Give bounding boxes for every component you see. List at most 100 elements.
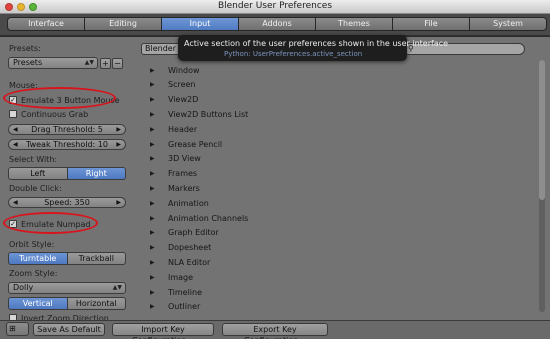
tab-editing[interactable]: Editing xyxy=(85,17,162,31)
keymap-category-item[interactable]: ▶ NLA Editor xyxy=(150,256,350,268)
select-with-right-button[interactable]: Right xyxy=(67,167,126,180)
keymap-category-label: Graph Editor xyxy=(168,228,219,238)
double-click-label: Double Click: xyxy=(9,184,62,193)
disclosure-triangle-icon[interactable]: ▶ xyxy=(150,141,159,148)
dropdown-arrows-icon: ▲▼ xyxy=(84,59,94,66)
double-click-speed-field[interactable]: ◀ Speed: 350 ▶ xyxy=(8,197,126,208)
scrollbar-thumb[interactable] xyxy=(539,60,545,200)
title-bar: Blender User Preferences xyxy=(0,0,550,14)
orbit-turntable-button[interactable]: Turntable xyxy=(8,252,68,265)
zoom-axis-toggle: Vertical Horizontal xyxy=(8,297,126,310)
add-preset-button[interactable]: + xyxy=(100,58,111,69)
keymap-category-label: 3D View xyxy=(168,154,201,164)
keymap-category-item[interactable]: ▶ Window xyxy=(150,64,350,76)
decrement-arrow-icon[interactable]: ◀ xyxy=(13,140,18,149)
disclosure-triangle-icon[interactable]: ▶ xyxy=(150,200,159,207)
keymap-category-label: Header xyxy=(168,124,198,134)
keymap-category-item[interactable]: ▶ Animation xyxy=(150,197,350,209)
keymap-category-label: Animation xyxy=(168,198,209,208)
keymap-category-label: Timeline xyxy=(168,287,203,297)
keymap-category-item[interactable]: ▶ Header xyxy=(150,123,350,135)
export-key-configuration-button[interactable]: Export Key Configuration... xyxy=(222,323,328,339)
disclosure-triangle-icon[interactable]: ▶ xyxy=(150,229,159,236)
disclosure-triangle-icon[interactable]: ▶ xyxy=(150,289,159,296)
keymap-category-item[interactable]: ▶ View2D Buttons List xyxy=(150,108,350,120)
keymap-category-item[interactable]: ▶ Markers xyxy=(150,182,350,194)
increment-arrow-icon[interactable]: ▶ xyxy=(116,140,121,149)
keymap-category-label: Animation Channels xyxy=(168,213,249,223)
keymap-category-item[interactable]: ▶ Image xyxy=(150,271,350,283)
keymap-category-label: Dopesheet xyxy=(168,243,212,253)
keymap-category-item[interactable]: ▶ 3D View xyxy=(150,153,350,165)
disclosure-triangle-icon[interactable]: ▶ xyxy=(150,215,159,222)
tab-addons[interactable]: Addons xyxy=(239,17,316,31)
disclosure-triangle-icon[interactable]: ▶ xyxy=(150,244,159,251)
disclosure-triangle-icon[interactable]: ▶ xyxy=(150,274,159,281)
keymap-category-label: Grease Pencil xyxy=(168,139,223,149)
orbit-style-toggle: Turntable Trackball xyxy=(8,252,126,265)
import-key-configuration-button[interactable]: Import Key Configuration... xyxy=(112,323,214,339)
tab-interface[interactable]: Interface xyxy=(7,17,85,31)
disclosure-triangle-icon[interactable]: ▶ xyxy=(150,126,159,133)
keymap-category-item[interactable]: ▶ Grease Pencil xyxy=(150,138,350,150)
tooltip: Active section of the user preferences s… xyxy=(178,35,448,61)
keymap-category-item[interactable]: ▶ View2D xyxy=(150,94,350,106)
keymap-category-label: View2D Buttons List xyxy=(168,109,249,119)
disclosure-triangle-icon[interactable]: ▶ xyxy=(150,303,159,310)
presets-label: Presets: xyxy=(9,44,41,53)
section-tabs-bar: Interface Editing Input Addons Themes Fi… xyxy=(0,14,550,36)
tweak-threshold-field[interactable]: ◀ Tweak Threshold: 10 ▶ xyxy=(8,139,126,150)
window-title: Blender User Preferences xyxy=(217,1,333,11)
zoom-style-value: Dolly xyxy=(13,283,34,292)
save-as-default-button[interactable]: Save As Default xyxy=(33,323,105,336)
tab-system[interactable]: System xyxy=(470,17,547,31)
orbit-trackball-button[interactable]: Trackball xyxy=(67,252,126,265)
editor-type-icon: ⊞ xyxy=(9,324,16,333)
keymap-category-label: Window xyxy=(168,65,200,75)
decrement-arrow-icon[interactable]: ◀ xyxy=(13,125,18,134)
disclosure-triangle-icon[interactable]: ▶ xyxy=(150,170,159,177)
orbit-style-label: Orbit Style: xyxy=(9,240,55,249)
keymap-category-item[interactable]: ▶ Timeline xyxy=(150,286,350,298)
presets-dropdown[interactable]: Presets ▲▼ xyxy=(8,57,98,69)
remove-preset-button[interactable]: − xyxy=(112,58,123,69)
increment-arrow-icon[interactable]: ▶ xyxy=(116,198,121,207)
select-with-left-button[interactable]: Left xyxy=(8,167,68,180)
disclosure-triangle-icon[interactable]: ▶ xyxy=(150,111,159,118)
keymap-category-item[interactable]: ▶ Dopesheet xyxy=(150,242,350,254)
zoom-style-label: Zoom Style: xyxy=(9,269,58,278)
disclosure-triangle-icon[interactable]: ▶ xyxy=(150,96,159,103)
highlight-ring xyxy=(3,212,98,234)
keymap-category-item[interactable]: ▶ Frames xyxy=(150,168,350,180)
tab-input[interactable]: Input xyxy=(162,17,239,31)
keymap-category-label: View2D xyxy=(168,95,199,105)
zoom-vertical-button[interactable]: Vertical xyxy=(8,297,68,310)
keymap-category-label: NLA Editor xyxy=(168,257,211,267)
keymap-category-label: Outliner xyxy=(168,302,201,312)
disclosure-triangle-icon[interactable]: ▶ xyxy=(150,185,159,192)
keymap-category-item[interactable]: ▶ Graph Editor xyxy=(150,227,350,239)
section-tabs: Interface Editing Input Addons Themes Fi… xyxy=(7,17,547,31)
tab-themes[interactable]: Themes xyxy=(316,17,393,31)
keymap-category-label: Image xyxy=(168,272,194,282)
checkbox-box xyxy=(9,110,17,118)
drag-threshold-field[interactable]: ◀ Drag Threshold: 5 ▶ xyxy=(8,124,126,135)
disclosure-triangle-icon[interactable]: ▶ xyxy=(150,155,159,162)
decrement-arrow-icon[interactable]: ◀ xyxy=(13,198,18,207)
continuous-grab-checkbox[interactable]: Continuous Grab xyxy=(9,109,88,119)
keymap-category-label: Frames xyxy=(168,169,198,179)
keymap-category-label: Markers xyxy=(168,183,200,193)
disclosure-triangle-icon[interactable]: ▶ xyxy=(150,67,159,74)
disclosure-triangle-icon[interactable]: ▶ xyxy=(150,259,159,266)
keymap-category-item[interactable]: ▶ Animation Channels xyxy=(150,212,350,224)
zoom-horizontal-button[interactable]: Horizontal xyxy=(67,297,126,310)
keymap-scrollbar[interactable] xyxy=(539,60,545,312)
zoom-style-dropdown[interactable]: Dolly ▲▼ xyxy=(8,282,126,294)
disclosure-triangle-icon[interactable]: ▶ xyxy=(150,81,159,88)
keymap-category-item[interactable]: ▶ Screen xyxy=(150,79,350,91)
tab-file[interactable]: File xyxy=(393,17,470,31)
keymap-category-item[interactable]: ▶ Outliner xyxy=(150,301,350,313)
increment-arrow-icon[interactable]: ▶ xyxy=(116,125,121,134)
keymap-category-label: Screen xyxy=(168,80,196,90)
editor-type-selector[interactable]: ⊞ xyxy=(6,322,29,336)
